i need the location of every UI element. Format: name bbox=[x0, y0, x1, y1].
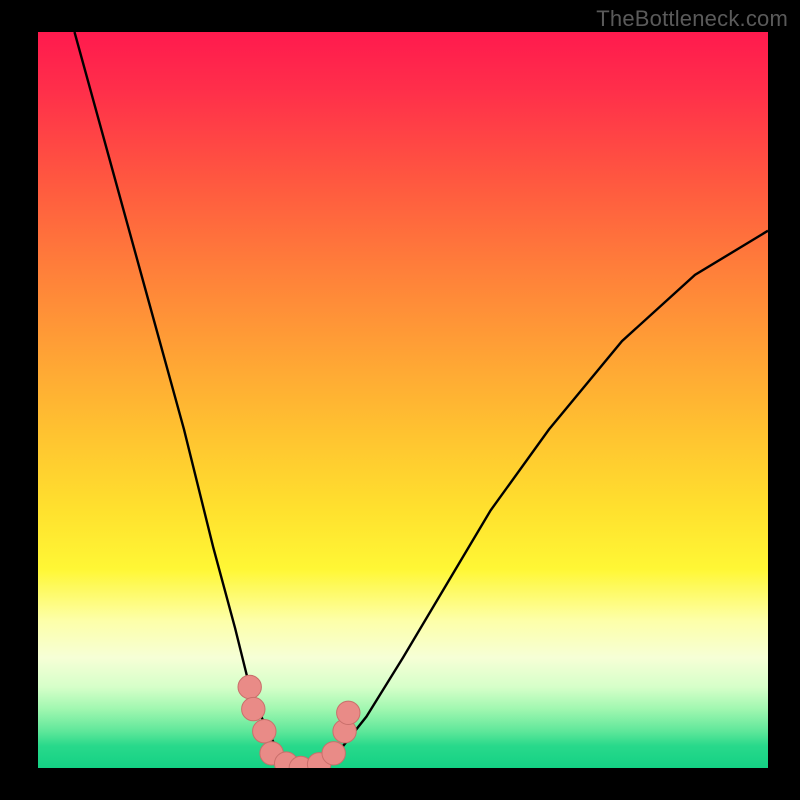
chart-series-group bbox=[75, 32, 769, 768]
curve-marker bbox=[238, 675, 261, 698]
watermark-text: TheBottleneck.com bbox=[596, 6, 788, 32]
bottleneck-chart bbox=[38, 32, 768, 768]
curve-marker bbox=[242, 697, 265, 720]
bottleneck-curve-path bbox=[75, 32, 769, 768]
chart-frame: TheBottleneck.com bbox=[0, 0, 800, 800]
curve-marker bbox=[322, 742, 345, 765]
chart-plot-area bbox=[38, 32, 768, 768]
curve-marker bbox=[253, 720, 276, 743]
curve-marker bbox=[337, 701, 360, 724]
chart-markers-group bbox=[238, 675, 360, 768]
